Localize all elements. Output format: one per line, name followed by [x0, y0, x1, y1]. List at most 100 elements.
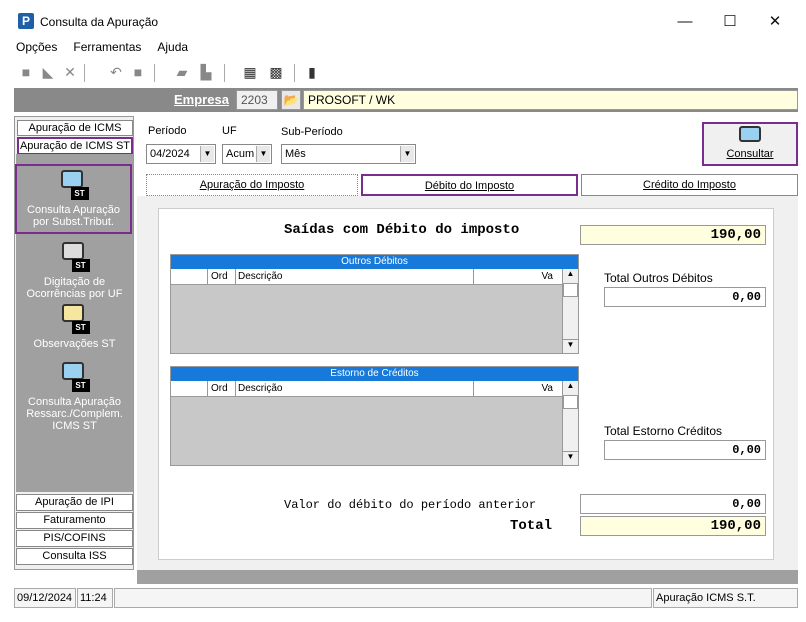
nav-consulta-st[interactable]: ST Consulta Apuração por Subst.Tribut.	[15, 164, 132, 234]
estorno-creditos-grid[interactable]: Estorno de Créditos Ord Descrição Va ▲ ▼	[170, 366, 579, 466]
col-ord: Ord	[207, 381, 228, 396]
uf-label: UF	[222, 125, 237, 137]
app-icon: P	[18, 13, 34, 29]
status-message	[114, 588, 652, 608]
total-estorno-label: Total Estorno Créditos	[604, 424, 723, 438]
scroll-up-icon[interactable]: ▲	[563, 381, 578, 395]
exit-door-icon[interactable]: ▮	[304, 64, 320, 80]
tab-apuracao-icms[interactable]: Apuração de ICMS	[17, 120, 133, 136]
total-label: Total	[510, 518, 553, 534]
maximize-button[interactable]: ☐	[715, 10, 745, 34]
tab-credito-imposto[interactable]: Crédito do Imposto	[581, 174, 798, 196]
col-descricao: Descrição	[235, 381, 282, 396]
tab-apuracao-imposto[interactable]: Apuração do Imposto	[146, 174, 358, 196]
periodo-label: Período	[148, 125, 187, 137]
total-value: 190,00	[580, 516, 766, 536]
chevron-down-icon: ▼	[400, 146, 414, 162]
report-icon[interactable]: ▦	[242, 64, 258, 80]
consultar-button[interactable]: Consultar	[702, 122, 798, 166]
tab-faturamento[interactable]: Faturamento	[16, 512, 133, 529]
scroll-down-icon[interactable]: ▼	[563, 451, 578, 465]
menu-bar: Opções Ferramentas Ajuda	[14, 38, 202, 58]
nav-ressarc[interactable]: ST Consulta Apuração Ressarc./Complem. I…	[16, 362, 133, 432]
bottom-bar	[137, 570, 798, 584]
scroll-down-icon[interactable]: ▼	[563, 339, 578, 353]
export-icon[interactable]: ▩	[268, 64, 284, 80]
toolbar-separator	[154, 64, 155, 82]
chevron-down-icon: ▼	[200, 146, 214, 162]
print-icon[interactable]: ▰	[174, 64, 190, 80]
scrollbar[interactable]: ▲ ▼	[562, 269, 578, 353]
anterior-label: Valor do débito do período anterior	[284, 498, 537, 512]
folder-open-icon[interactable]: 📂	[281, 90, 301, 110]
phone-st-icon: ST	[60, 242, 90, 272]
status-time: 11:24	[77, 588, 113, 608]
toolbar-separator	[224, 64, 225, 82]
new-icon[interactable]: ■	[18, 64, 34, 80]
uf-select[interactable]: Acum ▼	[222, 144, 272, 164]
undo-icon[interactable]: ↶	[108, 64, 124, 80]
estorno-creditos-title: Estorno de Créditos	[171, 367, 578, 381]
chevron-down-icon: ▼	[256, 146, 270, 162]
menu-ferramentas[interactable]: Ferramentas	[71, 38, 143, 56]
grid-body: ▲ ▼	[171, 269, 578, 353]
menu-opcoes[interactable]: Opções	[14, 38, 59, 56]
close-button[interactable]: ✕	[760, 10, 790, 34]
subperiodo-select[interactable]: Mês ▼	[281, 144, 416, 164]
grid-body: ▲ ▼	[171, 381, 578, 465]
scroll-thumb[interactable]	[563, 395, 578, 409]
empresa-code-field[interactable]: 2203	[236, 90, 278, 110]
nav-digitacao[interactable]: ST Digitação de Ocorrências por UF	[16, 242, 133, 300]
scroll-thumb[interactable]	[563, 283, 578, 297]
menu-ajuda[interactable]: Ajuda	[155, 38, 190, 56]
outros-debitos-title: Outros Débitos	[171, 255, 578, 269]
anterior-value[interactable]: 0,00	[580, 494, 766, 514]
note-st-icon: ST	[60, 304, 90, 334]
toolbar: ■ ◣ ✕ ↶ ■ ▰ ▙ ▦ ▩ ▮	[14, 60, 798, 86]
edit-icon[interactable]: ◣	[40, 64, 56, 80]
tab-apuracao-icms-st[interactable]: Apuração de ICMS ST	[17, 137, 133, 155]
status-module: Apuração ICMS S.T.	[653, 588, 798, 608]
empresa-name-field: PROSOFT / WK	[303, 90, 798, 110]
tab-strip: Apuração do Imposto Débito do Imposto Cr…	[146, 174, 798, 196]
col-ord: Ord	[207, 269, 228, 284]
save-icon[interactable]: ■	[130, 64, 146, 80]
nav-ressarc-label: Consulta Apuração Ressarc./Complem. ICMS…	[26, 396, 123, 432]
window-title: Consulta da Apuração	[40, 15, 159, 29]
tab-apuracao-ipi[interactable]: Apuração de IPI	[16, 494, 133, 511]
col-valor: Va	[473, 269, 563, 284]
grid-columns: Ord Descrição Va	[171, 381, 578, 397]
toolbar-separator	[294, 64, 295, 82]
col-descricao: Descrição	[235, 269, 282, 284]
col-valor: Va	[473, 381, 563, 396]
status-date: 09/12/2024	[14, 588, 76, 608]
nav-digitacao-label: Digitação de Ocorrências por UF	[26, 276, 123, 300]
periodo-select[interactable]: 04/2024 ▼	[146, 144, 216, 164]
monitor-st-icon: ST	[59, 170, 89, 200]
empresa-label: Empresa	[174, 92, 229, 107]
preview-icon[interactable]: ▙	[198, 64, 214, 80]
toolbar-separator	[84, 64, 85, 82]
minimize-button[interactable]: —	[670, 10, 700, 34]
delete-icon[interactable]: ✕	[62, 64, 78, 80]
tab-consulta-iss[interactable]: Consulta ISS	[16, 548, 133, 565]
nav-area: ST Consulta Apuração por Subst.Tribut. S…	[15, 154, 133, 492]
nav-observacoes-label: Observações ST	[33, 338, 116, 350]
subperiodo-label: Sub-Período	[281, 126, 343, 138]
scroll-up-icon[interactable]: ▲	[563, 269, 578, 283]
consultar-label: Consultar	[726, 148, 774, 160]
saidas-label: Saídas com Débito do imposto	[284, 222, 520, 238]
saidas-value: 190,00	[580, 225, 766, 245]
monitor-st-icon: ST	[60, 362, 90, 392]
nav-consulta-st-label: Consulta Apuração por Subst.Tribut.	[27, 204, 120, 228]
tab-pis-cofins[interactable]: PIS/COFINS	[16, 530, 133, 547]
tab-debito-imposto[interactable]: Débito do Imposto	[361, 174, 578, 196]
total-estorno-value: 0,00	[604, 440, 766, 460]
nav-observacoes[interactable]: ST Observações ST	[16, 304, 133, 350]
total-outros-value: 0,00	[604, 287, 766, 307]
grid-columns: Ord Descrição Va	[171, 269, 578, 285]
monitor-icon	[736, 126, 764, 148]
scrollbar[interactable]: ▲ ▼	[562, 381, 578, 465]
total-outros-label: Total Outros Débitos	[604, 271, 713, 285]
outros-debitos-grid[interactable]: Outros Débitos Ord Descrição Va ▲ ▼	[170, 254, 579, 354]
